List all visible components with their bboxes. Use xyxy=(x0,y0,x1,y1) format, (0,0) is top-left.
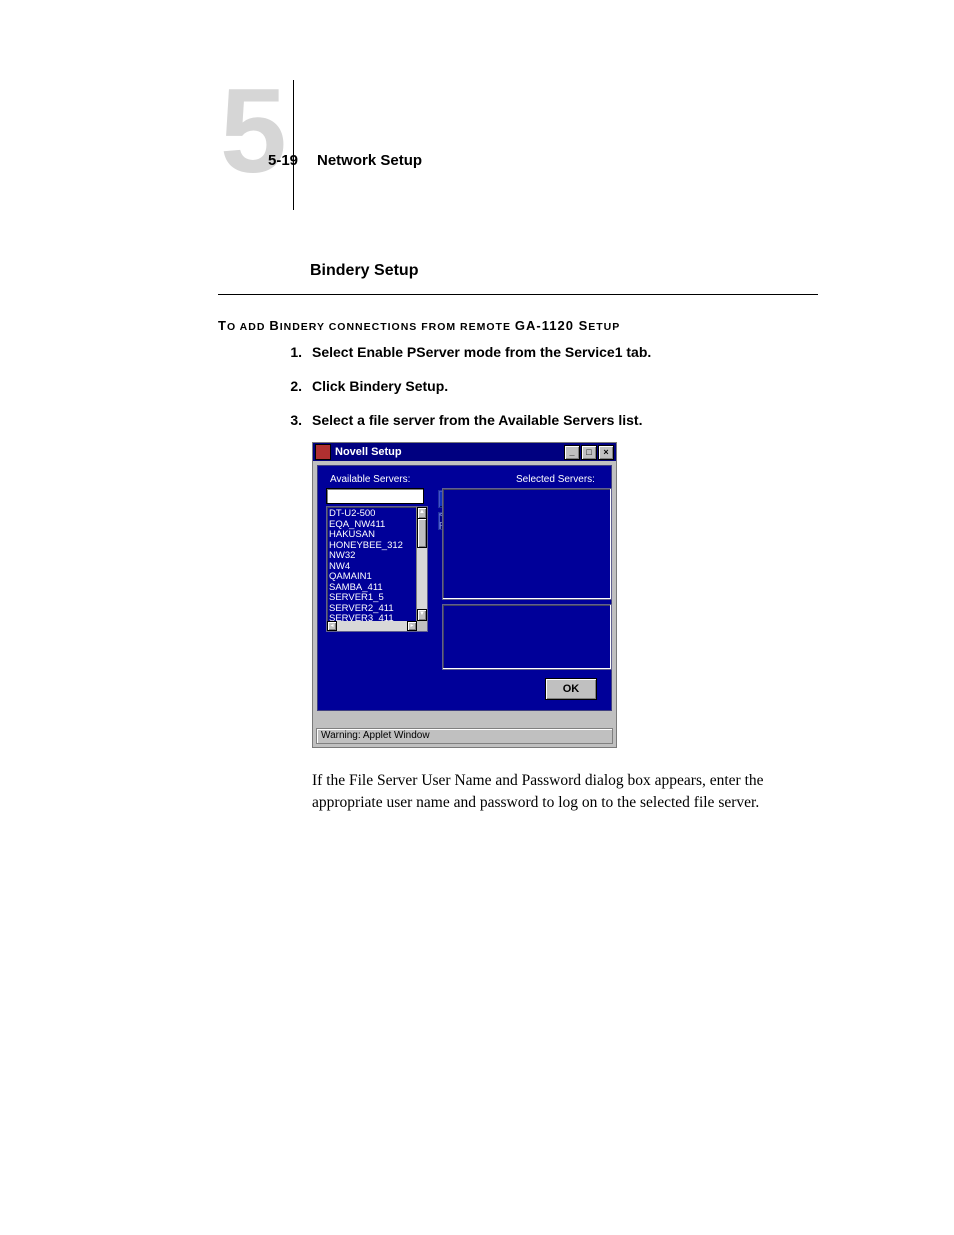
step-item: 2.Click Bindery Setup. xyxy=(280,378,651,394)
dialog-body: Available Servers: Selected Servers: DT-… xyxy=(317,465,612,711)
selected-servers-label: Selected Servers: xyxy=(516,474,595,485)
step-list: 1.Select Enable PServer mode from the Se… xyxy=(280,344,651,446)
server-list-item[interactable]: DT-U2-500 xyxy=(329,509,415,520)
horizontal-rule xyxy=(218,294,818,295)
horizontal-scrollbar[interactable]: ◂ ▸ xyxy=(327,621,427,631)
minimize-button[interactable]: _ xyxy=(564,445,580,460)
print-server-listbox[interactable] xyxy=(442,604,612,670)
vertical-scrollbar[interactable]: ▲ ▼ xyxy=(416,507,427,621)
scroll-thumb[interactable] xyxy=(417,518,427,548)
chapter-header: 5 xyxy=(220,80,304,210)
novell-setup-dialog: Novell Setup _ □ × Available Servers: Se… xyxy=(312,442,617,748)
system-menu-icon[interactable] xyxy=(315,444,331,460)
ok-button[interactable]: OK xyxy=(545,678,597,700)
server-list-item[interactable]: HAKUSAN xyxy=(329,530,415,541)
step-item: 3.Select a file server from the Availabl… xyxy=(280,412,651,428)
selected-servers-listbox[interactable] xyxy=(442,488,612,600)
server-filter-input[interactable] xyxy=(326,488,424,504)
dialog-title: Novell Setup xyxy=(335,446,402,458)
close-button[interactable]: × xyxy=(598,445,614,460)
scroll-down-button[interactable]: ▼ xyxy=(417,609,427,621)
section-title: Network Setup xyxy=(317,152,422,169)
header-divider xyxy=(293,80,294,210)
subsection-heading: Bindery Setup xyxy=(310,262,418,280)
body-paragraph: If the File Server User Name and Passwor… xyxy=(312,770,822,815)
step-item: 1.Select Enable PServer mode from the Se… xyxy=(280,344,651,360)
server-list-item[interactable]: SERVER1_5 xyxy=(329,593,415,604)
dialog-titlebar[interactable]: Novell Setup _ □ × xyxy=(313,443,616,461)
server-list-item[interactable]: QAMAIN1 xyxy=(329,572,415,583)
available-servers-label: Available Servers: xyxy=(330,474,410,485)
server-list-item[interactable]: NW32 xyxy=(329,551,415,562)
scroll-right-button[interactable]: ▸ xyxy=(407,621,417,631)
maximize-button[interactable]: □ xyxy=(581,445,597,460)
procedure-heading: TO ADD BINDERY CONNECTIONS FROM REMOTE G… xyxy=(218,318,620,333)
page-reference: 5-19 xyxy=(268,152,298,169)
available-servers-listbox[interactable]: DT-U2-500EQA_NW411HAKUSANHONEYBEE_312NW3… xyxy=(326,506,428,632)
scroll-left-button[interactable]: ◂ xyxy=(327,621,337,631)
dialog-statusbar: Warning: Applet Window xyxy=(316,728,613,744)
